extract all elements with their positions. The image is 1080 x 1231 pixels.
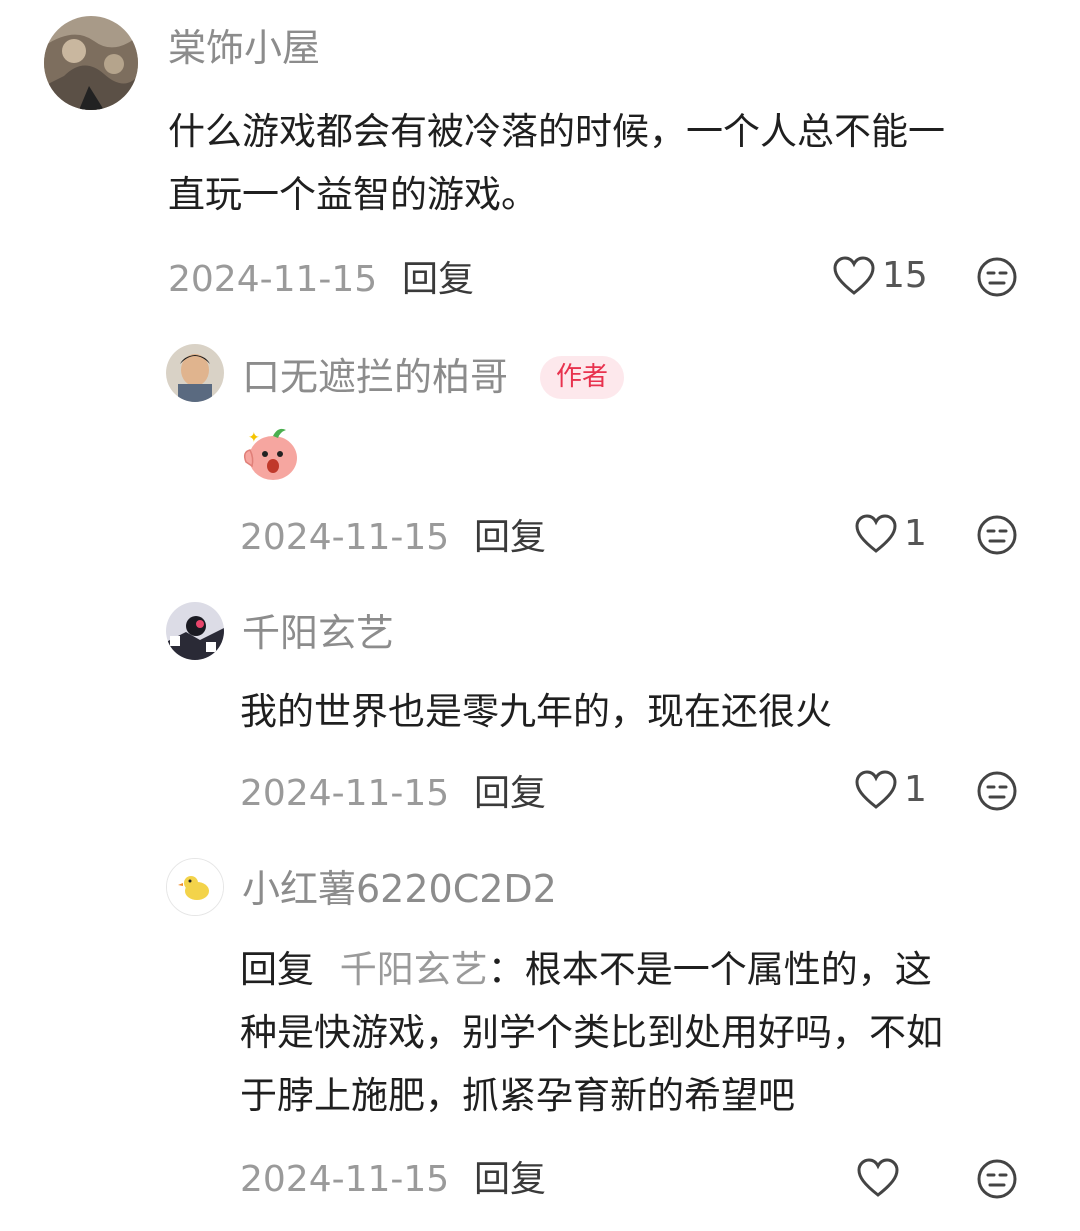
comment-line: 我的世界也是零九年的，现在还很火: [240, 690, 832, 733]
dislike-button[interactable]: [976, 1158, 1018, 1204]
avatar[interactable]: [166, 602, 224, 660]
comment-date: 2024-11-15: [240, 773, 450, 814]
neutral-face-icon: [977, 515, 1017, 555]
avatar[interactable]: [44, 16, 138, 110]
comment-item: 口无遮拦的柏哥 作者 ✦ 2024-11-15 回复 1: [0, 330, 1080, 580]
heart-icon: [857, 1158, 899, 1197]
comment-item: 小红薯6220C2D2 回复 千阳玄艺：根本不是一个属性的，这 种是快游戏，别学…: [0, 850, 1080, 1231]
comment-line: 回复 千阳玄艺：根本不是一个属性的，这: [240, 938, 1050, 1001]
avatar[interactable]: [166, 344, 224, 402]
like-button[interactable]: [856, 1158, 906, 1198]
comment-line: 直玩一个益智的游戏。: [168, 173, 538, 216]
heart-icon: [855, 770, 897, 809]
heart-icon: [833, 256, 875, 295]
duck-avatar-icon: [167, 859, 223, 915]
like-count: 1: [904, 769, 927, 810]
comment-line: 种是快游戏，别学个类比到处用好吗，不如: [240, 1011, 943, 1054]
child-photo-avatar-icon: [166, 344, 224, 402]
like-button[interactable]: 15: [832, 256, 928, 296]
avatar[interactable]: [166, 858, 224, 916]
reply-button[interactable]: 回复: [474, 520, 546, 556]
comment-item: 千阳玄艺 我的世界也是零九年的，现在还很火 2024-11-15 回复 1: [0, 590, 1080, 840]
comment-text: 回复 千阳玄艺：根本不是一个属性的，这 种是快游戏，别学个类比到处用好吗，不如 …: [240, 938, 1050, 1127]
username[interactable]: 小红薯6220C2D2: [242, 870, 557, 908]
comment-text: 我的世界也是零九年的，现在还很火: [240, 680, 1040, 743]
dislike-button[interactable]: [976, 770, 1018, 816]
reply-button[interactable]: 回复: [474, 1162, 546, 1198]
svg-text:✦: ✦: [248, 430, 260, 446]
username[interactable]: 棠饰小屋: [168, 29, 320, 67]
username[interactable]: 口无遮拦的柏哥: [242, 358, 508, 396]
reply-text-start: ：根本不是一个属性的，这: [487, 948, 932, 991]
like-button[interactable]: 1: [854, 514, 927, 554]
heart-icon: [855, 514, 897, 553]
comment-text: 什么游戏都会有被冷落的时候，一个人总不能一 直玩一个益智的游戏。: [168, 100, 1048, 226]
like-count: 1: [904, 513, 927, 554]
neutral-face-icon: [977, 1159, 1017, 1199]
comment-date: 2024-11-15: [240, 517, 450, 558]
reply-prefix: 回复: [240, 948, 314, 991]
reply-target-username[interactable]: 千阳玄艺: [340, 948, 488, 991]
dislike-button[interactable]: [976, 256, 1018, 302]
dislike-button[interactable]: [976, 514, 1018, 560]
like-button[interactable]: 1: [854, 770, 927, 810]
reply-button[interactable]: 回复: [402, 262, 474, 298]
reply-button[interactable]: 回复: [474, 776, 546, 812]
username[interactable]: 千阳玄艺: [242, 614, 394, 652]
author-badge: 作者: [540, 356, 625, 400]
comment-item: 棠饰小屋 什么游戏都会有被冷落的时候，一个人总不能一 直玩一个益智的游戏。 20…: [0, 0, 1080, 320]
rock-photo-avatar-icon: [44, 16, 138, 110]
like-count: 15: [882, 255, 928, 296]
sticker-peach-shock-icon: ✦: [240, 422, 302, 484]
comment-line: 于脖上施肥，抓紧孕育新的希望吧: [240, 1074, 795, 1117]
cartoon-avatar-icon: [166, 602, 224, 660]
neutral-face-icon: [977, 257, 1017, 297]
neutral-face-icon: [977, 771, 1017, 811]
comment-date: 2024-11-15: [240, 1159, 450, 1200]
comment-date: 2024-11-15: [168, 259, 378, 300]
comment-line: 什么游戏都会有被冷落的时候，一个人总不能一: [168, 110, 945, 153]
